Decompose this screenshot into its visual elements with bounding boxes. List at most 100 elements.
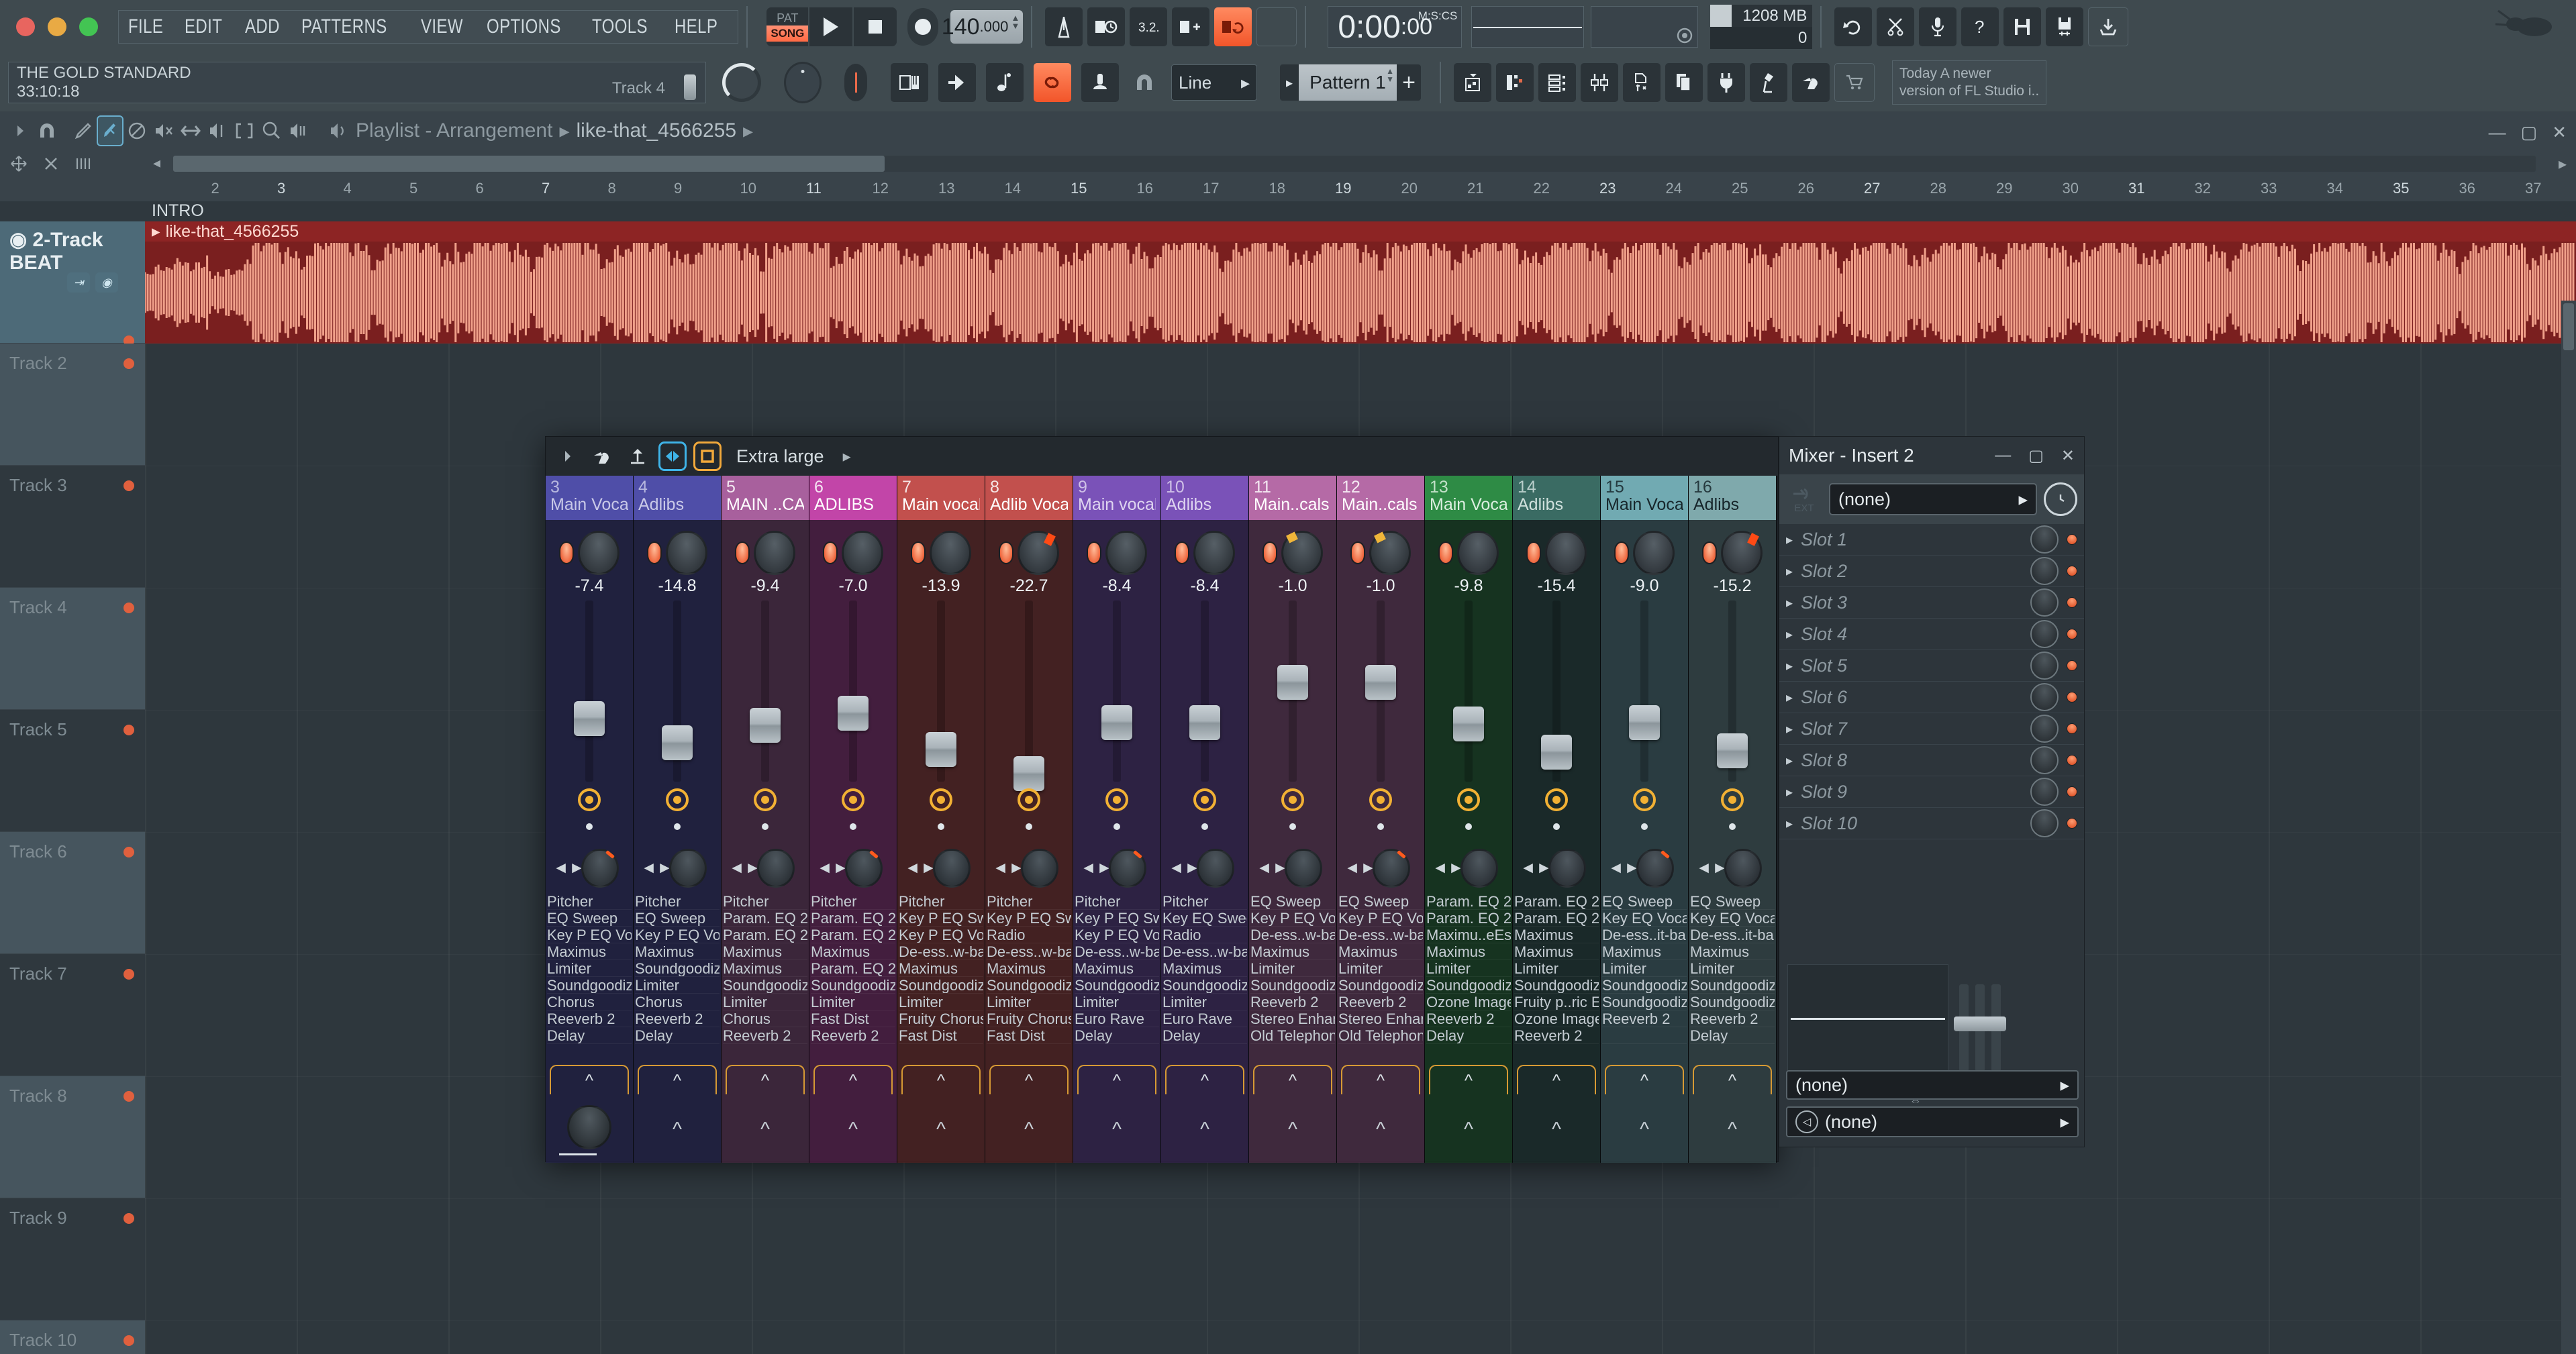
mixer-fx-slot[interactable]: Reeverb 2 [1690,1010,1775,1027]
track-record-dot[interactable] [123,969,134,980]
mute-icon[interactable] [150,115,177,146]
playlist-track-row[interactable]: Track 6 [0,832,145,954]
route-chevron-icon[interactable]: ^ [1376,1118,1385,1141]
mixer-strip-send-arc[interactable]: ^ [1077,1065,1156,1094]
slot-mix-knob[interactable] [2030,715,2059,743]
slot-expand-icon[interactable]: ▸ [1786,563,1801,580]
size-preset-icon[interactable] [693,441,722,471]
mixer-fx-slot[interactable]: Fast Dist [987,1027,1071,1044]
arrangement-marker[interactable]: INTRO [145,201,2576,221]
mixer-fx-slot[interactable]: Fruity Chorus [987,1010,1071,1027]
mixer-strip-send-knob[interactable] [1284,849,1322,888]
mixer-fx-slot[interactable]: Param. EQ 2 [723,910,807,927]
online-indicator-box[interactable] [1591,6,1699,48]
track-record-dot[interactable] [123,847,134,857]
step-edit-icon[interactable] [1172,7,1210,46]
mixer-fx-slot[interactable]: Pitcher [723,893,807,910]
mixer-strip-led[interactable] [1350,541,1365,564]
mixer-fx-slot[interactable]: Delay [635,1027,720,1044]
mixer-fx-slot[interactable]: Maximus [811,943,895,960]
mixer-fx-slot[interactable]: EQ Sweep [1602,893,1687,910]
time-display[interactable]: 0:00:00 M:S:CS [1328,6,1463,48]
maximize-icon[interactable]: ▢ [2521,122,2538,143]
mixer-fx-slot[interactable]: Maximus [635,943,720,960]
mixer-strip-fader[interactable] [897,601,985,782]
mixer-strip-fader[interactable] [1337,601,1424,782]
slot-enable-led[interactable] [2067,692,2077,702]
mixer-fx-slot[interactable]: Reeverb 2 [547,1010,632,1027]
mixer-fx-slot[interactable]: Pitcher [1162,893,1247,910]
slot-enable-led[interactable] [2067,534,2077,545]
zoom-icon[interactable] [258,115,285,146]
slot-mix-knob[interactable] [2030,809,2059,837]
help-icon[interactable]: ? [1961,7,1999,46]
stereo-width-icon[interactable]: ◄► [817,857,849,880]
track-record-dot[interactable] [123,603,134,613]
route-chevron-icon[interactable]: ^ [1024,1118,1034,1141]
mixer-strip-arm-button[interactable] [842,788,864,811]
mixer-strip-pan-knob[interactable] [1721,531,1763,575]
input-selector[interactable]: (none) ▸ [1829,483,2037,515]
mixer-strip[interactable]: 8 Adlib Vocals -22.7 ◄► PitcherKey P EQ … [985,476,1073,1163]
mixer-strip-led[interactable] [735,541,750,564]
mixer-strip-header[interactable]: 5 MAIN ..CALS [722,476,809,520]
mixer-fx-slot[interactable]: Soundgoodizer [1338,977,1423,994]
mixer-strip[interactable]: 15 Main Vocals -9.0 ◄► EQ SweepKey EQ Vo… [1601,476,1689,1163]
master-volume-knob[interactable] [722,63,761,102]
mixer-fx-slot[interactable]: Limiter [1514,960,1599,977]
mixer-strip-arm-button[interactable] [754,788,777,811]
mixer-strip-send-arc[interactable]: ^ [1693,1065,1772,1094]
mixer-fx-slot[interactable]: EQ Sweep [635,910,720,927]
track-group-icon[interactable]: ◉ [95,272,118,293]
mixer-strip-fader[interactable] [1161,601,1248,782]
mixer-strip-pan-knob[interactable] [1545,531,1587,575]
mixer-strip[interactable]: 11 Main..cals 1 -1.0 ◄► EQ SweepKey P EQ… [1249,476,1337,1163]
stereo-width-icon[interactable]: ◄► [641,857,673,880]
mixer-strip-solo-dot[interactable] [1465,823,1472,830]
mixer-fx-slot[interactable]: De-ess..w-band [1075,943,1159,960]
mixer-strip-header[interactable]: 10 Adlibs [1161,476,1248,520]
stereo-separation-faders[interactable] [1954,964,2040,1072]
mixer-effect-slot-row[interactable]: ▸ Slot 9 [1779,776,2084,808]
mixer-fx-slot[interactable]: Ozone Imager [1426,994,1511,1010]
mixer-strip-solo-dot[interactable] [762,823,769,830]
mixer-strip-arm-button[interactable] [666,788,689,811]
channel-rack-icon[interactable] [1538,63,1576,102]
mixer-strip-header[interactable]: 16 Adlibs [1689,476,1776,520]
slot-enable-led[interactable] [2067,566,2077,576]
slot-enable-led[interactable] [2067,818,2077,829]
mixer-strip[interactable]: 10 Adlibs -8.4 ◄► PitcherKey EQ SweepRad… [1161,476,1249,1163]
menu-patterns[interactable]: PATTERNS [301,15,387,38]
mixer-effect-slot-row[interactable]: ▸ Slot 2 [1779,556,2084,587]
save-as-icon[interactable] [2046,7,2084,46]
audio-clip[interactable]: ▸ like-that_4566255 [145,221,2576,344]
mixer-fx-slot[interactable]: Radio [1162,927,1247,943]
touch-hand-icon[interactable] [589,441,617,471]
mixer-strip-led[interactable] [1614,541,1629,564]
fader-handle[interactable] [926,732,956,767]
mixer-fx-slot[interactable]: Reeverb 2 [635,1010,720,1027]
mixer-strip-arm-button[interactable] [1018,788,1040,811]
route-chevron-icon[interactable]: ^ [1640,1118,1649,1141]
mixer-strip-solo-dot[interactable] [1026,823,1032,830]
stereo-width-icon[interactable]: ◄► [1432,857,1465,880]
mixer-fx-slot[interactable] [1602,1027,1687,1044]
playlist-vscroll[interactable] [2561,301,2576,1354]
mixer-fx-slot[interactable]: Maximus [723,943,807,960]
draw-icon[interactable] [70,115,97,146]
mixer-fx-slot[interactable]: Reeverb 2 [1514,1027,1599,1044]
mixer-fx-slot[interactable]: Stereo Enhancer [1338,1010,1423,1027]
mixer-effect-slot-row[interactable]: ▸ Slot 6 [1779,682,2084,713]
stereo-width-icon[interactable]: ◄► [1169,857,1201,880]
mixer-strip-fader[interactable] [1249,601,1336,782]
mixer-fx-slot[interactable]: Key EQ Vocals [1690,910,1775,927]
mixer-fx-slot[interactable]: Maximus [1075,960,1159,977]
fader-handle[interactable] [1453,707,1484,741]
mixer-fx-slot[interactable]: De-ess..w-band [899,943,983,960]
mixer-fx-slot[interactable]: Pitcher [547,893,632,910]
mixer-strip-fader[interactable] [1513,601,1600,782]
mixer-strip[interactable]: 13 Main Vocals -9.8 ◄► Param. EQ 2Param.… [1425,476,1513,1163]
mixer-strip-solo-dot[interactable] [1289,823,1296,830]
mixer-strip-led[interactable] [999,541,1013,564]
mixer-fx-slot[interactable]: Param. EQ 2 [723,927,807,943]
